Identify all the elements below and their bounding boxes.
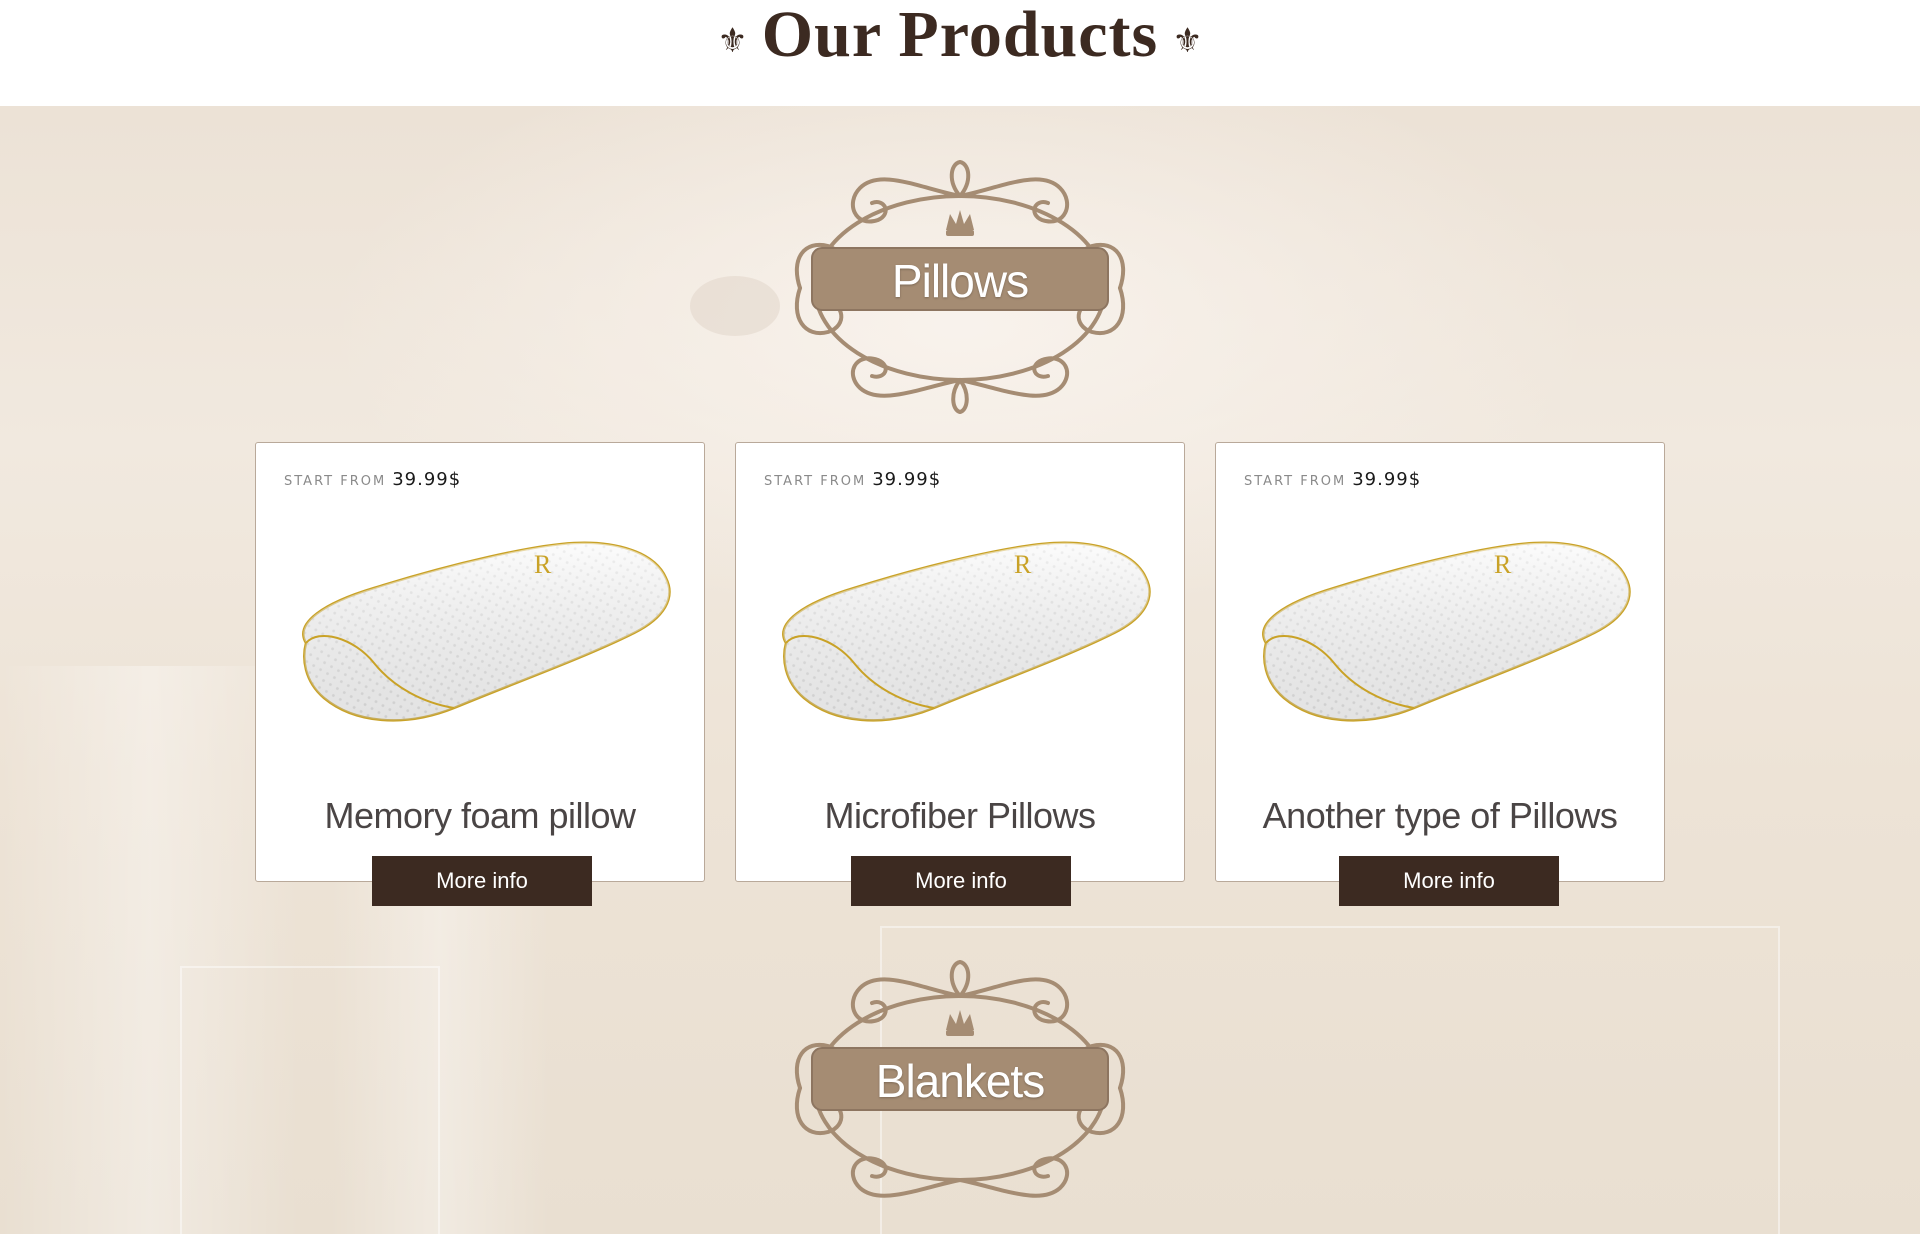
svg-text:R: R bbox=[1494, 550, 1512, 579]
svg-text:R: R bbox=[534, 550, 552, 579]
section-label: Pillows bbox=[891, 255, 1029, 307]
price-prefix: START FROM bbox=[1244, 474, 1347, 489]
product-card[interactable]: START FROM 39.99$ R Microfiber Pillows bbox=[735, 442, 1185, 882]
background-wall-panel bbox=[180, 966, 440, 1234]
price-line: START FROM 39.99$ bbox=[1244, 469, 1421, 490]
page-title: Our Products bbox=[761, 0, 1159, 71]
product-card[interactable]: START FROM 39.99$ R Memory foam pillow bbox=[255, 442, 705, 882]
fleur-de-lis-icon: ⚜ bbox=[717, 21, 748, 61]
price-line: START FROM 39.99$ bbox=[764, 469, 941, 490]
more-info-button[interactable]: More info bbox=[851, 856, 1071, 906]
section-emblem-blankets: Blankets bbox=[760, 948, 1160, 1218]
price-value: 39.99$ bbox=[872, 469, 942, 490]
price-prefix: START FROM bbox=[284, 474, 387, 489]
pillow-image: R bbox=[1262, 541, 1631, 722]
svg-text:R: R bbox=[1014, 550, 1032, 579]
pillow-image: R bbox=[302, 541, 671, 722]
page-header: ⚜ Our Products ⚜ bbox=[0, 0, 1920, 106]
pillow-image: R bbox=[782, 541, 1151, 722]
price-value: 39.99$ bbox=[1352, 469, 1422, 490]
price-line: START FROM 39.99$ bbox=[284, 469, 461, 490]
section-label: Blankets bbox=[875, 1055, 1045, 1107]
product-name: Microfiber Pillows bbox=[824, 795, 1096, 836]
product-name: Another type of Pillows bbox=[1262, 795, 1618, 836]
more-info-button[interactable]: More info bbox=[1339, 856, 1559, 906]
price-value: 39.99$ bbox=[392, 469, 462, 490]
fleur-de-lis-icon: ⚜ bbox=[1172, 21, 1203, 61]
section-emblem-pillows: Pillows bbox=[760, 148, 1160, 418]
product-card[interactable]: START FROM 39.99$ R Another type of Pill… bbox=[1215, 442, 1665, 882]
page-title-group: ⚜ Our Products ⚜ bbox=[717, 2, 1202, 68]
more-info-button[interactable]: More info bbox=[372, 856, 592, 906]
product-name: Memory foam pillow bbox=[324, 795, 636, 836]
price-prefix: START FROM bbox=[764, 474, 867, 489]
